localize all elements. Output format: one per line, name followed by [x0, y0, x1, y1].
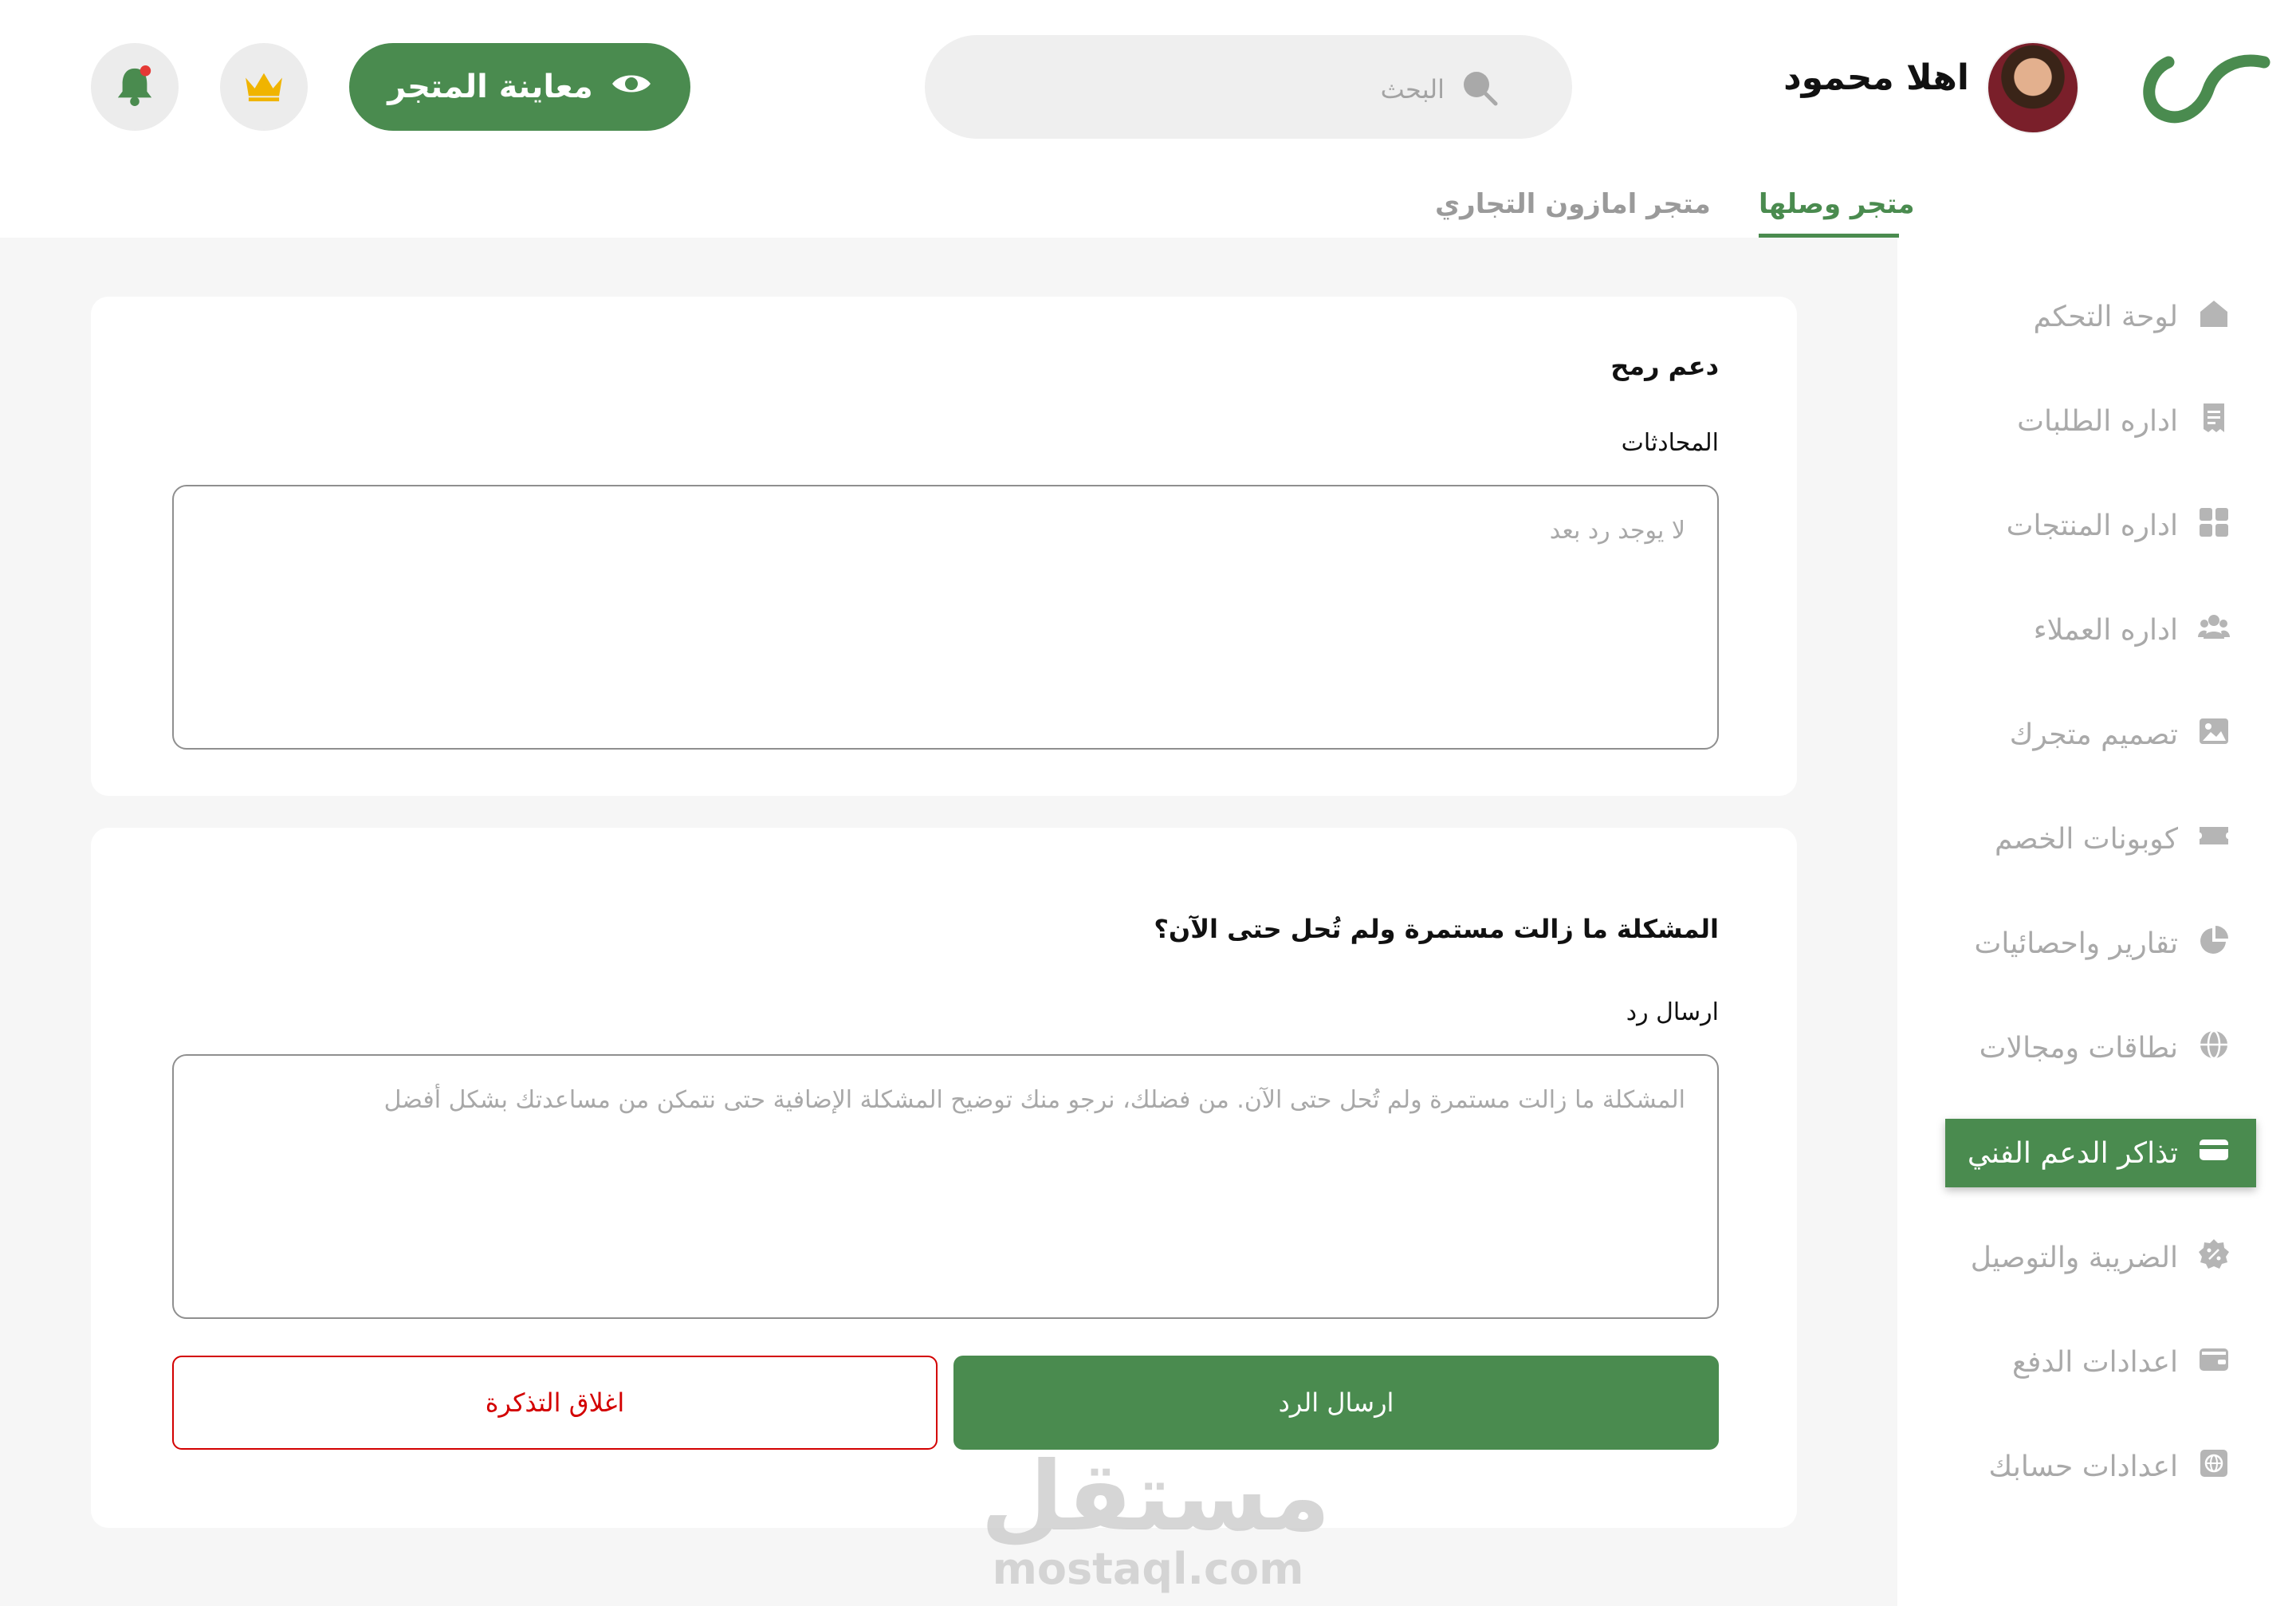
- conversations-empty-text: لا يوجد رد بعد: [1549, 517, 1685, 545]
- sidebar-item-label: اداره العملاء: [2033, 613, 2178, 647]
- sidebar-item-label: كوبونات الخصم: [1994, 822, 2178, 856]
- notifications-button[interactable]: [91, 43, 179, 131]
- sidebar-item-domains[interactable]: نطاقات ومجالات: [1945, 1014, 2256, 1082]
- watermark-arabic: مستقل: [981, 1442, 1331, 1553]
- sidebar-item-label: نطاقات ومجالات: [1979, 1031, 2178, 1065]
- conversations-label: المحادثات: [1621, 429, 1719, 457]
- watermark: مستقل mostaql.com: [981, 1442, 1331, 1594]
- users-icon: [2197, 610, 2231, 651]
- bell-icon: [115, 64, 155, 110]
- sidebar-item-label: تصميم متجرك: [2009, 718, 2178, 751]
- sidebar-item-label: اداره الطلبات: [2017, 404, 2178, 438]
- sidebar-item-payment-settings[interactable]: اعدادات الدفع: [1945, 1328, 2256, 1396]
- sidebar-item-customers[interactable]: اداره العملاء: [1945, 596, 2256, 664]
- logo-icon[interactable]: [2137, 48, 2272, 128]
- sidebar-item-label: اعدادات الدفع: [2012, 1345, 2178, 1379]
- preview-store-label: معاينة المتجر: [387, 69, 593, 105]
- send-reply-button[interactable]: ارسال الرد: [953, 1356, 1719, 1450]
- sidebar-item-label: لوحة التحكم: [2033, 300, 2178, 333]
- sidebar-item-coupons[interactable]: كوبونات الخصم: [1945, 805, 2256, 873]
- reply-placeholder-text: المشكلة ما زالت مستمرة ولم تُحل حتى الآن…: [383, 1086, 1685, 1114]
- sidebar-item-label: اعدادات حسابك: [1988, 1450, 2178, 1483]
- watermark-latin: mostaql.com: [992, 1544, 1304, 1594]
- receipt-icon: [2197, 401, 2231, 442]
- account-globe-icon: [2197, 1447, 2231, 1487]
- card-icon: [2197, 1133, 2231, 1174]
- eye-icon: [611, 69, 652, 105]
- sidebar-item-orders[interactable]: اداره الطلبات: [1945, 387, 2256, 455]
- search-input[interactable]: [1036, 70, 1446, 108]
- pie-chart-icon: [2197, 923, 2231, 964]
- tab-amazon-store[interactable]: متجر امازون التجاري: [1435, 188, 1711, 220]
- sidebar-item-account-settings[interactable]: اعدادات حسابك: [1945, 1432, 2256, 1501]
- sidebar-item-label: تقارير واحصائيات: [1974, 927, 2178, 960]
- sidebar-item-tax-shipping[interactable]: الضريبة والتوصيل: [1945, 1223, 2256, 1292]
- crown-icon: [242, 69, 285, 105]
- reply-label: ارسال رد: [1626, 998, 1719, 1026]
- grid-icon: [2197, 506, 2231, 546]
- support-card-title: دعم رمح: [1610, 351, 1719, 381]
- image-icon: [2197, 714, 2231, 755]
- sidebar-item-support-tickets[interactable]: تذاكر الدعم الفني: [1945, 1119, 2256, 1187]
- close-ticket-button[interactable]: اغلاق التذكرة: [172, 1356, 938, 1450]
- sidebar-item-products[interactable]: اداره المنتجات: [1945, 491, 2256, 560]
- reply-card-title: المشكلة ما زالت مستمرة ولم تُحل حتى الآن…: [1154, 914, 1719, 944]
- subscription-button[interactable]: [220, 43, 308, 131]
- tab-wasalha-store[interactable]: متجر وصلها: [1759, 188, 1915, 220]
- search-icon[interactable]: [1457, 65, 1502, 110]
- sidebar-item-label: تذاكر الدعم الفني: [1967, 1136, 2178, 1170]
- globe-icon: [2197, 1028, 2231, 1069]
- home-icon: [2197, 297, 2231, 337]
- greeting-text: اهلا محمود: [1783, 57, 1969, 98]
- sidebar-item-label: اداره المنتجات: [2006, 509, 2178, 542]
- sidebar-item-store-design[interactable]: تصميم متجرك: [1945, 700, 2256, 769]
- sidebar-item-reports[interactable]: تقارير واحصائيات: [1945, 909, 2256, 978]
- preview-store-button[interactable]: معاينة المتجر: [349, 43, 690, 131]
- wallet-icon: [2197, 1342, 2231, 1383]
- sidebar-item-dashboard[interactable]: لوحة التحكم: [1945, 282, 2256, 351]
- avatar[interactable]: [1987, 41, 2079, 134]
- percent-badge-icon: [2197, 1238, 2231, 1278]
- sidebar-item-label: الضريبة والتوصيل: [1970, 1241, 2178, 1274]
- ticket-icon: [2197, 819, 2231, 860]
